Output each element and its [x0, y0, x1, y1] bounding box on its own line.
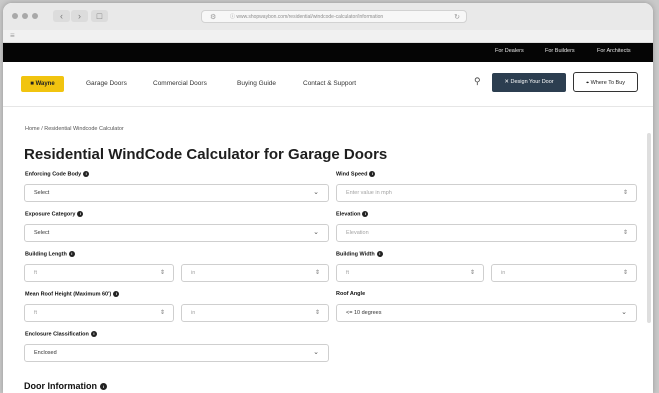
info-icon[interactable]: i: [100, 383, 107, 391]
brand-logo[interactable]: ■ Wayne: [21, 76, 64, 92]
wind-speed-placeholder: Enter value in mph: [346, 190, 392, 196]
stepper-icon[interactable]: ⇕: [470, 265, 475, 281]
code-body-select[interactable]: Select ⌄: [24, 184, 329, 202]
exposure-label-text: Exposure Category: [25, 211, 76, 218]
elevation-label-text: Elevation: [336, 211, 361, 218]
enclosure-value: Enclosed: [34, 350, 57, 356]
building-length-in-placeholder: in: [191, 270, 196, 276]
browser-toolbar: ‹ › □ ⚙ ⓘ www.shopwaybon.com/residential…: [3, 3, 653, 31]
roof-angle-select[interactable]: <= 10 degrees ⌄: [336, 304, 637, 322]
building-width-in-placeholder: in: [501, 270, 506, 276]
info-icon[interactable]: i: [376, 251, 383, 257]
close-window-dot[interactable]: [12, 13, 18, 19]
roof-height-ft-input[interactable]: ft ⇕: [24, 304, 174, 322]
address-bar[interactable]: ⚙ ⓘ www.shopwaybon.com/residential/windc…: [201, 10, 467, 23]
page-scrollbar[interactable]: [647, 133, 651, 323]
building-length-label: Building Length i: [25, 251, 75, 257]
browser-window: ‹ › □ ⚙ ⓘ www.shopwaybon.com/residential…: [3, 3, 653, 393]
nav-link-contact-support[interactable]: Contact & Support: [303, 80, 356, 87]
nav-link-commercial-doors[interactable]: Commercial Doors: [153, 80, 207, 87]
elevation-label: Elevation i: [336, 211, 369, 218]
minimize-window-dot[interactable]: [22, 13, 28, 19]
page-title: Residential WindCode Calculator for Gara…: [24, 146, 388, 163]
roof-height-ft-placeholder: ft: [34, 310, 38, 316]
where-to-buy-button[interactable]: ⌖ Where To Buy: [573, 72, 638, 92]
wind-speed-input[interactable]: Enter value in mph ⇕: [336, 184, 637, 202]
nav-link-garage-doors[interactable]: Garage Doors: [86, 80, 127, 87]
roof-height-in-placeholder: in: [191, 310, 196, 316]
wind-speed-label: Wind Speed i: [336, 171, 376, 178]
utility-link-architects[interactable]: For Architects: [597, 48, 631, 54]
info-icon[interactable]: i: [68, 251, 75, 257]
stepper-icon[interactable]: ⇕: [623, 225, 628, 241]
building-width-label-text: Building Width: [336, 251, 375, 258]
utility-bar: For Dealers For Builders For Architects: [3, 43, 653, 62]
forward-icon[interactable]: ›: [71, 10, 88, 22]
stepper-icon[interactable]: ⇕: [623, 265, 628, 281]
maximize-window-dot[interactable]: [32, 13, 38, 19]
enclosure-label-text: Enclosure Classification: [25, 331, 89, 338]
stepper-icon[interactable]: ⇕: [160, 265, 165, 281]
nav-link-buying-guide[interactable]: Buying Guide: [237, 80, 276, 87]
stepper-icon[interactable]: ⇕: [315, 265, 320, 281]
roof-angle-value: <= 10 degrees: [346, 310, 382, 316]
roof-height-label: Mean Roof Height (Maximum 60') i: [25, 291, 120, 298]
info-icon[interactable]: i: [362, 211, 369, 217]
building-length-ft-placeholder: ft: [34, 270, 38, 276]
design-your-door-button[interactable]: ✕ Design Your Door: [492, 73, 566, 92]
url-text: ⓘ www.shopwaybon.com/residential/windcod…: [230, 14, 384, 20]
info-icon[interactable]: i: [113, 291, 120, 297]
roof-height-in-input[interactable]: in ⇕: [181, 304, 329, 322]
roof-angle-label: Roof Angle: [336, 291, 365, 297]
utility-link-dealers[interactable]: For Dealers: [495, 48, 524, 54]
building-width-ft-input[interactable]: ft ⇕: [336, 264, 484, 282]
enclosure-select[interactable]: Enclosed ⌄: [24, 344, 329, 362]
sidebar-icon[interactable]: □: [91, 10, 108, 22]
building-length-in-input[interactable]: in ⇕: [181, 264, 329, 282]
building-length-label-text: Building Length: [25, 251, 67, 258]
info-icon[interactable]: i: [83, 171, 90, 177]
exposure-label: Exposure Category i: [25, 211, 84, 218]
chevron-down-icon: ⌄: [313, 189, 319, 196]
info-icon[interactable]: i: [369, 171, 376, 177]
chevron-down-icon: ⌄: [313, 349, 319, 356]
info-icon[interactable]: i: [90, 331, 97, 337]
building-width-in-input[interactable]: in ⇕: [491, 264, 637, 282]
code-body-label-text: Enforcing Code Body: [25, 171, 82, 178]
chevron-down-icon: ⌄: [621, 309, 627, 316]
search-icon[interactable]: ⚲: [474, 76, 481, 87]
enclosure-label: Enclosure Classification i: [25, 331, 97, 337]
building-width-ft-placeholder: ft: [346, 270, 350, 276]
wind-speed-label-text: Wind Speed: [336, 171, 368, 178]
roof-angle-label-text: Roof Angle: [336, 291, 366, 297]
breadcrumb[interactable]: Home / Residential Windcode Calculator: [25, 126, 124, 132]
tab-strip: ≡: [3, 30, 653, 43]
tab-list-icon[interactable]: ≡: [10, 31, 15, 40]
building-length-ft-input[interactable]: ft ⇕: [24, 264, 174, 282]
elevation-placeholder: Elevation: [346, 230, 369, 236]
code-body-label: Enforcing Code Body i: [25, 171, 90, 178]
chevron-down-icon: ⌄: [313, 229, 319, 236]
stepper-icon[interactable]: ⇕: [623, 185, 628, 201]
exposure-select[interactable]: Select ⌄: [24, 224, 329, 242]
roof-height-label-text: Mean Roof Height (Maximum 60'): [25, 291, 112, 298]
reload-icon[interactable]: ↻: [454, 11, 460, 22]
main-nav: ■ Wayne Garage Doors Commercial Doors Bu…: [3, 62, 653, 107]
code-body-value: Select: [34, 190, 50, 196]
building-width-label: Building Width i: [336, 251, 383, 257]
stepper-icon[interactable]: ⇕: [160, 305, 165, 321]
exposure-value: Select: [34, 230, 50, 236]
info-icon[interactable]: i: [77, 211, 84, 217]
utility-link-builders[interactable]: For Builders: [545, 48, 575, 54]
elevation-input[interactable]: Elevation ⇕: [336, 224, 637, 242]
back-icon[interactable]: ‹: [53, 10, 70, 22]
site-info-icon[interactable]: ⚙: [210, 11, 216, 22]
stepper-icon[interactable]: ⇕: [315, 305, 320, 321]
